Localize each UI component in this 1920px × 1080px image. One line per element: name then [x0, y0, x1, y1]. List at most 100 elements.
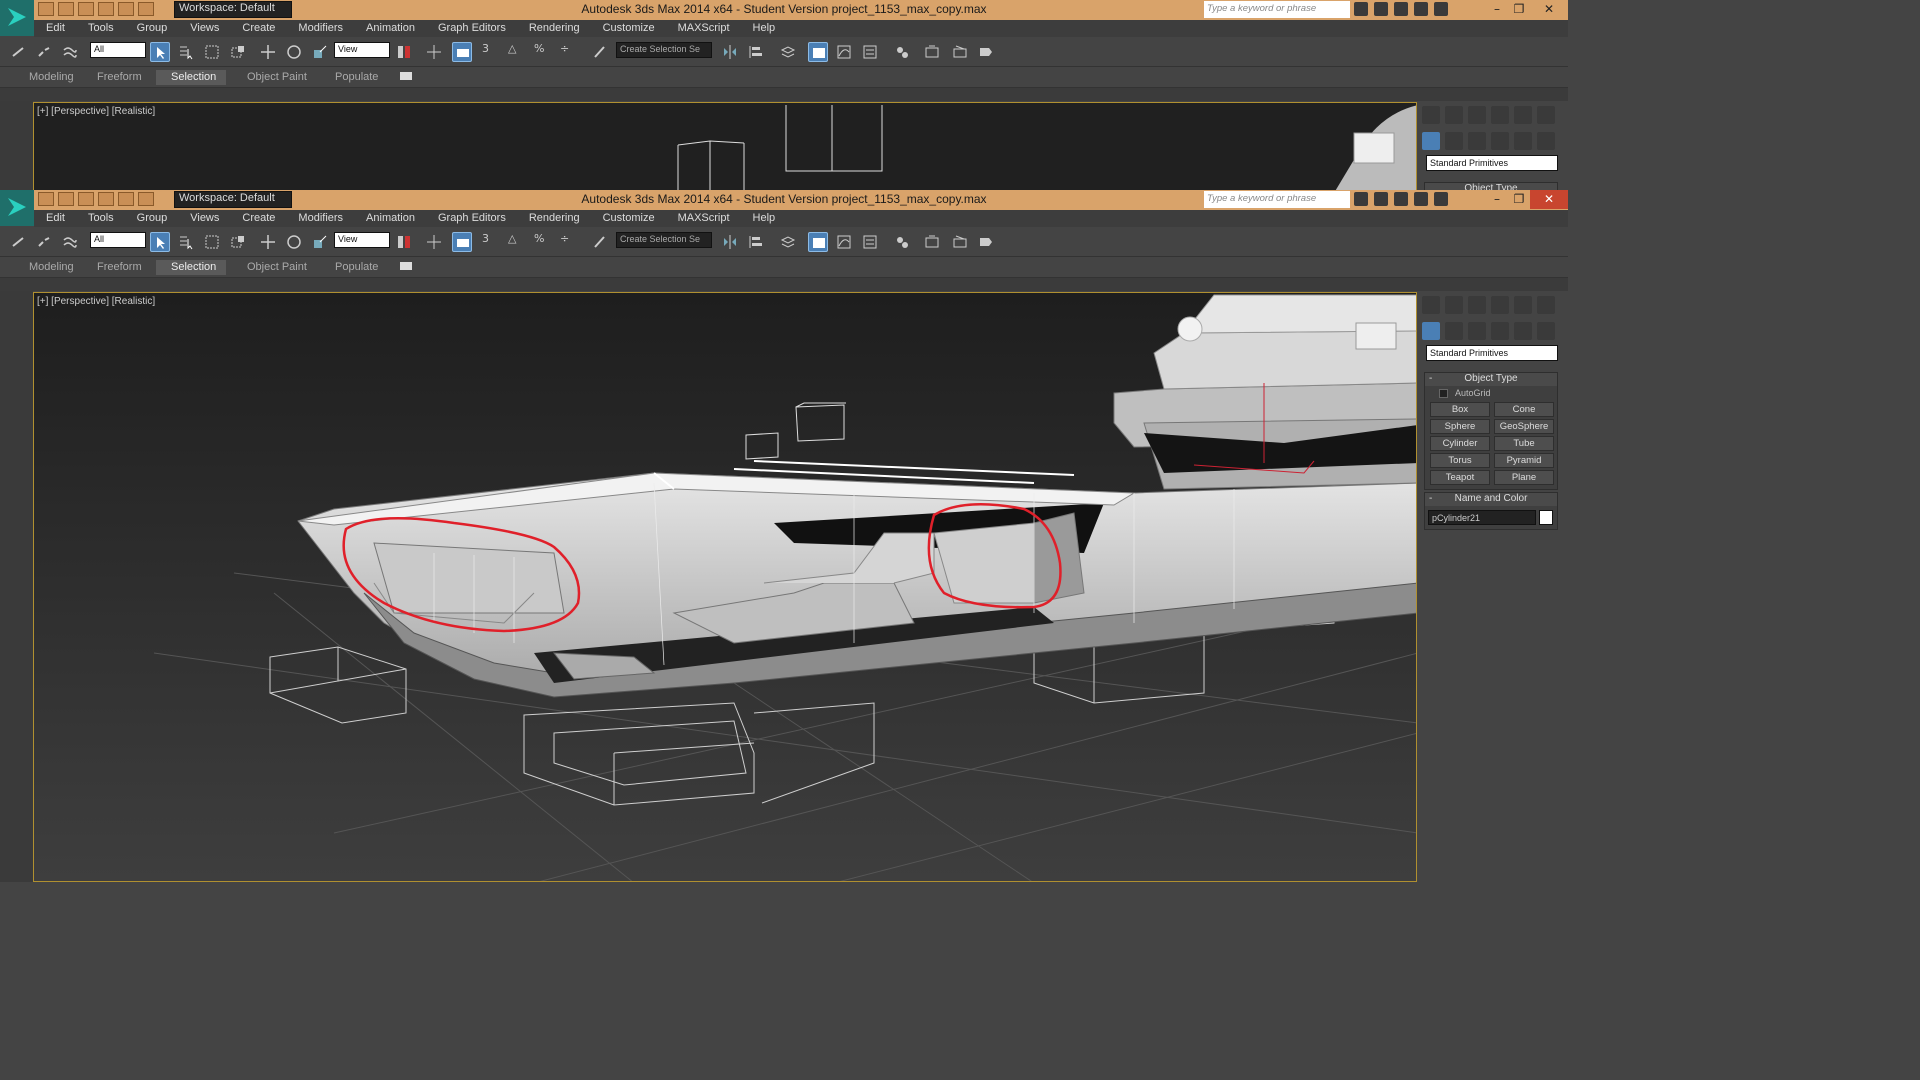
torus-button[interactable]: Torus [1430, 453, 1490, 468]
minimize-button[interactable]: – [1486, 0, 1508, 19]
primitive-type-dropdown[interactable]: Standard Primitives [1426, 345, 1558, 361]
reference-coordinate-dropdown[interactable]: View [334, 232, 390, 248]
new-file-icon[interactable] [38, 192, 54, 206]
ribbon-options-icon[interactable] [400, 72, 412, 80]
object-name-field[interactable]: pCylinder21 [1428, 510, 1537, 525]
manipulate-icon[interactable] [424, 42, 444, 62]
unlink-icon[interactable] [34, 232, 54, 252]
new-file-icon[interactable] [38, 2, 54, 16]
create-tab-icon[interactable] [1422, 296, 1440, 314]
restore-button[interactable]: ❐ [1508, 190, 1530, 209]
star-icon[interactable] [1414, 192, 1428, 206]
render-setup-icon[interactable] [922, 42, 942, 62]
select-object-icon[interactable] [150, 232, 170, 252]
tools-icon[interactable] [1374, 192, 1388, 206]
modify-tab-icon[interactable] [1445, 296, 1463, 314]
lights-icon[interactable] [1468, 132, 1486, 150]
mirror-icon[interactable] [720, 42, 740, 62]
hierarchy-tab-icon[interactable] [1468, 106, 1486, 124]
manipulate-icon[interactable] [424, 232, 444, 252]
select-by-name-icon[interactable] [176, 42, 196, 62]
pivot-center-icon[interactable] [394, 232, 414, 252]
menu-edit[interactable]: Edit [34, 210, 76, 227]
menu-help[interactable]: Help [741, 20, 787, 37]
box-button[interactable]: Box [1430, 402, 1490, 417]
percent-snap-icon[interactable]: % [534, 232, 554, 252]
space-warps-icon[interactable] [1537, 132, 1555, 150]
lights-icon[interactable] [1468, 322, 1486, 340]
spinner-snap-icon[interactable]: ÷ [560, 42, 580, 62]
bind-space-warp-icon[interactable] [60, 42, 80, 62]
pin-icon[interactable] [1394, 192, 1408, 206]
menu-create[interactable]: Create [230, 20, 286, 37]
plane-button[interactable]: Plane [1494, 470, 1554, 485]
ribbon-options-icon[interactable] [400, 262, 412, 270]
spinner-snap-icon[interactable]: ÷ [560, 232, 580, 252]
align-icon[interactable] [746, 232, 766, 252]
named-selection-dropdown[interactable]: Create Selection Se [616, 42, 712, 58]
viewport-label[interactable]: [+] [Perspective] [Realistic] [37, 296, 155, 307]
binoculars-icon[interactable] [1354, 2, 1368, 16]
space-warps-icon[interactable] [1537, 322, 1555, 340]
mirror-icon[interactable] [720, 232, 740, 252]
motion-tab-icon[interactable] [1491, 296, 1509, 314]
menu-rendering[interactable]: Rendering [517, 20, 591, 37]
search-input[interactable]: Type a keyword or phrase [1204, 191, 1350, 208]
shapes-icon[interactable] [1445, 132, 1463, 150]
selection-filter-dropdown[interactable]: All [90, 42, 146, 58]
pyramid-button[interactable]: Pyramid [1494, 453, 1554, 468]
helpers-icon[interactable] [1514, 322, 1532, 340]
render-production-icon[interactable] [976, 232, 996, 252]
menu-rendering[interactable]: Rendering [517, 210, 591, 227]
geometry-icon[interactable] [1422, 132, 1440, 150]
menu-animation[interactable]: Animation [354, 20, 426, 37]
window-crossing-icon[interactable] [228, 232, 248, 252]
percent-snap-icon[interactable]: % [534, 42, 554, 62]
edit-named-selection-icon[interactable] [590, 42, 610, 62]
hierarchy-tab-icon[interactable] [1468, 296, 1486, 314]
angle-snap-icon[interactable]: △ [508, 42, 528, 62]
menu-modifiers[interactable]: Modifiers [286, 20, 354, 37]
motion-tab-icon[interactable] [1491, 106, 1509, 124]
help-icon[interactable] [1434, 2, 1448, 16]
tab-freeform[interactable]: Freeform [82, 70, 157, 85]
render-production-icon[interactable] [976, 42, 996, 62]
schematic-view-icon[interactable] [860, 232, 880, 252]
name-and-color-header[interactable]: - Name and Color [1425, 493, 1557, 506]
menu-tools[interactable]: Tools [76, 210, 125, 227]
render-setup-icon[interactable] [922, 232, 942, 252]
app-logo-icon[interactable] [0, 190, 34, 226]
sphere-button[interactable]: Sphere [1430, 419, 1490, 434]
viewport-perspective[interactable]: [+] [Perspective] [Realistic] [33, 292, 1417, 882]
close-button[interactable]: ✕ [1530, 190, 1568, 209]
primitive-type-dropdown[interactable]: Standard Primitives [1426, 155, 1558, 171]
redo-icon[interactable] [118, 192, 134, 206]
keyboard-shortcut-override-icon[interactable] [452, 42, 472, 62]
cameras-icon[interactable] [1491, 322, 1509, 340]
project-folder-icon[interactable] [138, 192, 154, 206]
undo-icon[interactable] [98, 2, 114, 16]
star-icon[interactable] [1414, 2, 1428, 16]
menu-views[interactable]: Views [178, 20, 230, 37]
curve-editor-icon[interactable] [834, 232, 854, 252]
display-tab-icon[interactable] [1514, 106, 1532, 124]
object-type-header[interactable]: Object Type [1425, 183, 1557, 190]
menu-customize[interactable]: Customize [591, 210, 666, 227]
align-icon[interactable] [746, 42, 766, 62]
bind-space-warp-icon[interactable] [60, 232, 80, 252]
move-icon[interactable] [258, 232, 278, 252]
menu-help[interactable]: Help [741, 210, 787, 227]
open-file-icon[interactable] [58, 192, 74, 206]
tab-populate[interactable]: Populate [320, 70, 393, 85]
rect-selection-region-icon[interactable] [202, 42, 222, 62]
autogrid-checkbox[interactable]: AutoGrid [1425, 386, 1557, 400]
save-file-icon[interactable] [78, 2, 94, 16]
open-file-icon[interactable] [58, 2, 74, 16]
keyboard-shortcut-override-icon[interactable] [452, 232, 472, 252]
graphite-ribbon-icon[interactable] [808, 232, 828, 252]
angle-snap-icon[interactable]: △ [508, 232, 528, 252]
reference-coordinate-dropdown[interactable]: View [334, 42, 390, 58]
window-crossing-icon[interactable] [228, 42, 248, 62]
tab-modeling[interactable]: Modeling [14, 260, 89, 275]
project-folder-icon[interactable] [138, 2, 154, 16]
